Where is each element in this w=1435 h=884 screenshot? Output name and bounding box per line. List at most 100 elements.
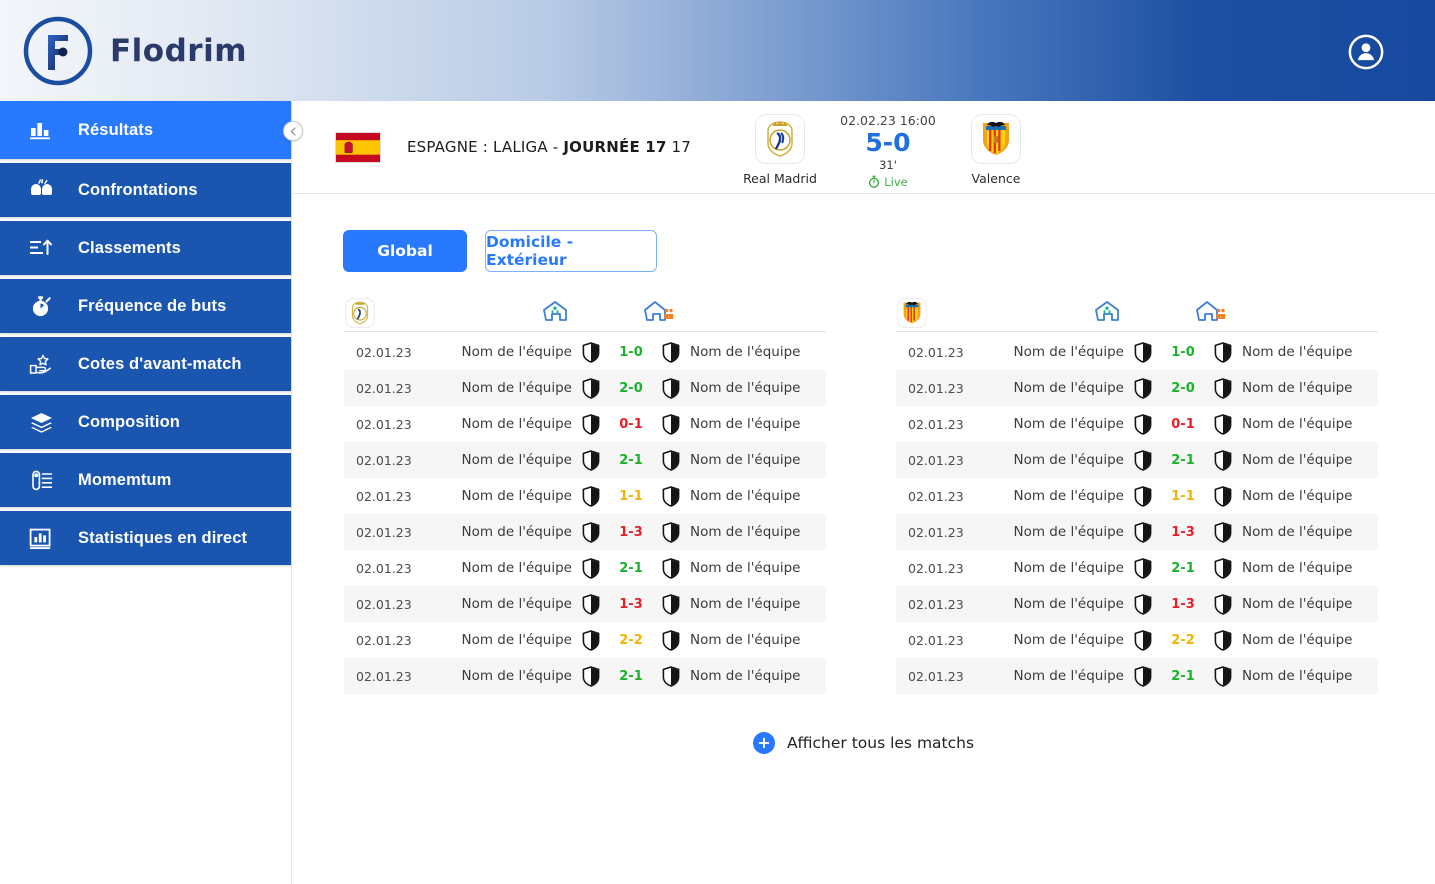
match-date: 02.01.23 [356,560,412,576]
sidebar-collapse-button[interactable] [283,121,303,141]
app-header: Flodrim [0,0,1435,101]
match-score: 0-1 [1171,416,1195,432]
table-row[interactable]: 02.01.23 Nom de l'équipe 1-1 Nom de l'équip… [344,478,826,514]
table-row[interactable]: 02.01.23 Nom de l'équipe 1-1 Nom de l'équip… [896,478,1378,514]
table-row[interactable]: 02.01.23 Nom de l'équipe 2-1 Nom de l'équip… [344,550,826,586]
team-shield-icon [662,449,680,471]
table-row[interactable]: 02.01.23 Nom de l'équipe 2-1 Nom de l'équip… [896,658,1378,694]
match-score: 2-0 [1171,380,1195,396]
match-score: 2-1 [619,452,643,468]
team-shield-icon [1214,449,1232,471]
spain-flag-icon [335,131,381,163]
match-score: 2-1 [619,668,643,684]
table-row[interactable]: 02.01.23 Nom de l'équipe 0-1 Nom de l'équip… [896,406,1378,442]
away-team-block[interactable]: Valence [948,109,1044,186]
match-score: 1-3 [1171,524,1195,540]
sidebar-item-label: Résultats [78,120,154,139]
panel-header [896,294,1378,332]
sidebar-item-composition[interactable]: Composition [0,395,291,449]
team-shield-icon [1134,665,1152,687]
sidebar-item-frequence-de-buts[interactable]: Fréquence de buts [0,279,291,333]
home-team-name: Nom de l'équipe [461,632,573,648]
away-team-name: Nom de l'équipe [690,668,801,684]
home-team-name: Nom de l'équipe [461,524,573,540]
home-team-name: Nom de l'équipe [1013,380,1125,396]
away-team-name: Nom de l'équipe [690,452,801,468]
home-green-icon [1095,301,1119,321]
tab-global[interactable]: Global [343,230,467,272]
team-shield-icon [1134,593,1152,615]
momentum-gauge-icon [24,465,58,495]
valencia-crest-icon [897,297,927,328]
home-team-name: Nom de l'équipe [461,452,573,468]
team-shield-icon [662,557,680,579]
real-madrid-crest-icon [755,114,805,164]
home-team-name: Nom de l'équipe [1013,560,1125,576]
table-row[interactable]: 02.01.23 Nom de l'équipe 1-3 Nom de l'équip… [344,586,826,622]
table-row[interactable]: 02.01.23 Nom de l'équipe 2-2 Nom de l'équip… [344,622,826,658]
chevron-left-icon [289,126,296,136]
table-row[interactable]: 02.01.23 Nom de l'équipe 2-0 Nom de l'équip… [896,370,1378,406]
match-score: 2-1 [619,560,643,576]
match-score: 1-1 [619,488,643,504]
table-row[interactable]: 02.01.23 Nom de l'équipe 2-1 Nom de l'équip… [344,658,826,694]
sidebar-item-label: Fréquence de buts [78,296,227,315]
home-team-name: Nom de l'équipe [461,380,573,396]
sidebar-item-resultats[interactable]: Résultats [0,101,291,159]
away-orange-icon [1196,301,1226,321]
live-status: Live [828,175,948,189]
sidebar-item-confrontations[interactable]: Confrontations [0,163,291,217]
table-row[interactable]: 02.01.23 Nom de l'équipe 2-1 Nom de l'équip… [896,550,1378,586]
home-team-name: Nom de l'équipe [461,488,573,504]
table-row[interactable]: 02.01.23 Nom de l'équipe 1-3 Nom de l'équip… [344,514,826,550]
show-all-matches-label: Afficher tous les matchs [786,734,975,752]
match-score: 1-3 [1171,596,1195,612]
plus-icon: + [752,732,775,754]
account-circle-icon[interactable] [1347,33,1385,71]
table-row[interactable]: 02.01.23 Nom de l'équipe 1-3 Nom de l'équip… [896,514,1378,550]
table-row[interactable]: 02.01.23 Nom de l'équipe 1-0 Nom de l'équip… [344,334,826,370]
results-panels: 02.01.23 Nom de l'équipe 1-0 Nom de l'équip… [292,294,1435,694]
league-info: ESPAGNE : LALIGA - JOURNÉE 17 17 [335,131,691,163]
home-team-name: Nom de l'équipe [1013,416,1125,432]
table-row[interactable]: 02.01.23 Nom de l'équipe 1-0 Nom de l'équip… [896,334,1378,370]
home-green-icon [543,301,567,321]
sidebar-item-classements[interactable]: Classements [0,221,291,275]
stopwatch-live-icon [869,175,880,188]
sidebar-item-label: Momemtum [78,470,172,489]
away-team-name: Nom de l'équipe [1242,416,1353,432]
away-team-name: Nom de l'équipe [1242,380,1353,396]
team-shield-icon [582,449,600,471]
match-score: 2-1 [1171,452,1195,468]
match-date: 02.01.23 [908,380,964,396]
valencia-crest-icon [971,114,1021,164]
table-row[interactable]: 02.01.23 Nom de l'équipe 0-1 Nom de l'équip… [344,406,826,442]
table-row[interactable]: 02.01.23 Nom de l'équipe 2-2 Nom de l'équip… [896,622,1378,658]
table-row[interactable]: 02.01.23 Nom de l'équipe 2-1 Nom de l'équip… [896,442,1378,478]
away-team-name: Nom de l'équipe [1242,668,1353,684]
tab-domicile-exterieur[interactable]: Domicile - Extérieur [485,230,657,272]
home-team-name: Nom de l'équipe [1013,596,1125,612]
table-row[interactable]: 02.01.23 Nom de l'équipe 1-3 Nom de l'équip… [896,586,1378,622]
match-date: 02.01.23 [908,416,964,432]
brand-name: Flodrim [110,32,248,69]
panel-header [344,294,826,332]
home-team-name: Nom de l'équipe [461,668,573,684]
match-date: 02.01.23 [356,416,412,432]
sidebar-item-statistiques-en-direct[interactable]: Statistiques en direct [0,511,291,565]
table-row[interactable]: 02.01.23 Nom de l'équipe 2-1 Nom de l'équip… [344,442,826,478]
brand-logo[interactable]: Flodrim [20,13,247,89]
league-round: JOURNÉE 17 [563,138,667,156]
table-row[interactable]: 02.01.23 Nom de l'équipe 2-0 Nom de l'équip… [344,370,826,406]
ranking-arrow-up-icon [24,233,58,263]
team-shield-icon [1214,485,1232,507]
match-header: ESPAGNE : LALIGA - JOURNÉE 17 17 Real Ma… [292,101,1435,194]
bar-chart-icon [24,115,58,145]
sidebar-item-cotes-davant-match[interactable]: Cotes d'avant-match [0,337,291,391]
sidebar-item-momemtum[interactable]: Momemtum [0,453,291,507]
match-score: 1-3 [619,524,643,540]
show-all-matches-button[interactable]: + Afficher tous les matchs [292,732,1435,754]
match-score: 2-1 [1171,560,1195,576]
home-team-name: Nom de l'équipe [1013,668,1125,684]
home-team-block[interactable]: Real Madrid [732,109,828,186]
